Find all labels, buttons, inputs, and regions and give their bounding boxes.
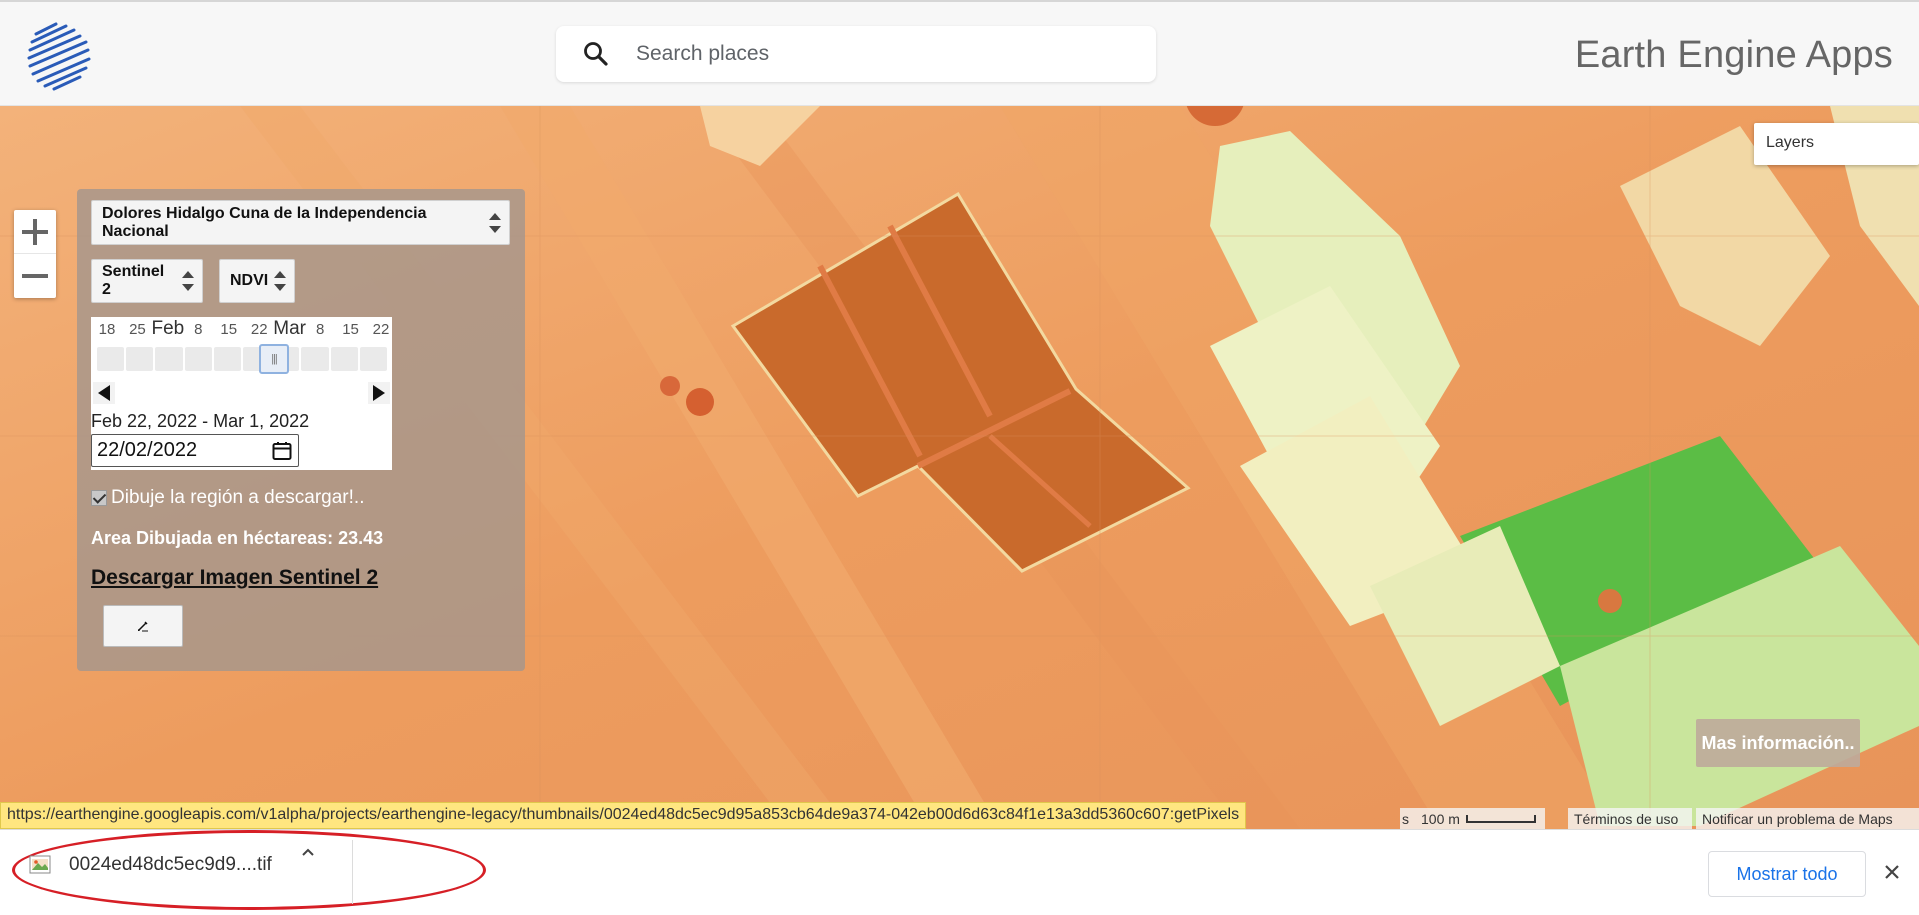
zoom-in-button[interactable] — [14, 210, 56, 254]
area-label: Area Dibujada en héctareas: 23.43 — [91, 528, 384, 548]
shelf-divider — [352, 840, 353, 904]
control-panel: Dolores Hidalgo Cuna de la Independencia… — [77, 189, 525, 671]
earth-engine-logo-icon[interactable] — [26, 20, 94, 92]
timeline-next-button[interactable] — [368, 382, 390, 404]
close-icon[interactable] — [1880, 860, 1904, 884]
date-input-value: 22/02/2022 — [97, 439, 198, 461]
date-slider[interactable]: 18 25 Feb 8 15 22 Mar 8 15 22 ||| Feb 22, 2022 - … — [91, 317, 392, 470]
draw-region-checkbox-row[interactable]: Dibuje la región a descargar!.. — [91, 487, 364, 509]
timeline-day-label: 22 — [372, 321, 390, 338]
select-arrows-icon — [182, 271, 194, 291]
select-arrows-icon — [274, 271, 286, 291]
download-file-name: 0024ed48dc5ec9d9....tif — [69, 854, 272, 875]
region-select[interactable]: Dolores Hidalgo Cuna de la Independencia… — [91, 200, 510, 245]
attribution-fragment: s — [1400, 808, 1415, 829]
timeline-day-label: 15 — [342, 321, 359, 338]
plus-icon — [22, 218, 48, 245]
calendar-icon[interactable] — [272, 441, 292, 461]
arrow-left-icon — [98, 385, 110, 401]
arrow-right-icon — [373, 385, 385, 401]
mas-informacion-button[interactable]: Mas información.. — [1696, 719, 1860, 767]
draw-region-checkbox[interactable] — [91, 490, 107, 506]
timeline-handle[interactable]: ||| — [259, 344, 289, 374]
timeline-month-label: Feb — [151, 318, 185, 339]
minus-icon — [22, 274, 48, 278]
timeline-month-label: Mar — [273, 318, 307, 339]
timeline-day-label: 8 — [315, 321, 325, 338]
status-bar-url: https://earthengine.googleapis.com/v1alp… — [0, 802, 1247, 829]
timeline-prev-button[interactable] — [93, 382, 115, 404]
zoom-out-button[interactable] — [14, 254, 56, 298]
timeline-day-label: 25 — [129, 321, 146, 338]
download-shelf: 0024ed48dc5ec9d9....tif Mostrar todo — [0, 829, 1919, 915]
chevron-up-icon[interactable] — [300, 844, 316, 860]
select-arrows-icon — [489, 212, 501, 233]
timeline-day-label: 8 — [194, 321, 203, 338]
region-select-value: Dolores Hidalgo Cuna de la Independencia… — [102, 204, 427, 240]
image-file-icon — [29, 855, 51, 874]
report-problem-link[interactable]: Notificar un problema de Maps — [1696, 808, 1919, 829]
pencil-icon — [138, 621, 148, 632]
zoom-control — [14, 210, 56, 298]
index-select[interactable]: NDVI — [219, 259, 295, 303]
timeline-labels: 18 25 Feb 8 15 22 Mar 8 15 22 — [91, 317, 392, 343]
app-title: Earth Engine Apps — [1574, 34, 1893, 76]
draw-button[interactable] — [103, 605, 183, 647]
timeline-cells[interactable] — [97, 347, 388, 371]
draw-region-label: Dibuje la región a descargar!.. — [111, 487, 365, 508]
terms-link[interactable]: Términos de uso — [1568, 808, 1692, 829]
scale-label: 100 m — [1421, 810, 1460, 827]
timeline-day-label: 15 — [220, 321, 238, 338]
search-input[interactable] — [636, 36, 1136, 72]
timeline-day-label: 18 — [98, 321, 116, 338]
search-box — [556, 26, 1156, 82]
scale-bar — [1465, 814, 1536, 823]
show-all-button[interactable]: Mostrar todo — [1708, 851, 1866, 897]
search-icon[interactable] — [582, 40, 610, 68]
layers-button[interactable]: Layers — [1754, 123, 1919, 165]
date-range-label: Feb 22, 2022 - Mar 1, 2022 — [91, 411, 310, 431]
timeline-day-label: 22 — [250, 321, 268, 338]
date-input[interactable]: 22/02/2022 — [91, 434, 299, 467]
satellite-select-value: Sentinel 2 — [102, 263, 165, 298]
download-image-link[interactable]: Descargar Imagen Sentinel 2 — [91, 566, 378, 590]
satellite-select[interactable]: Sentinel 2 — [91, 259, 203, 303]
index-select-value: NDVI — [230, 272, 269, 289]
map-scale[interactable]: 100 m — [1415, 808, 1545, 829]
app-header: Earth Engine Apps — [0, 0, 1919, 106]
